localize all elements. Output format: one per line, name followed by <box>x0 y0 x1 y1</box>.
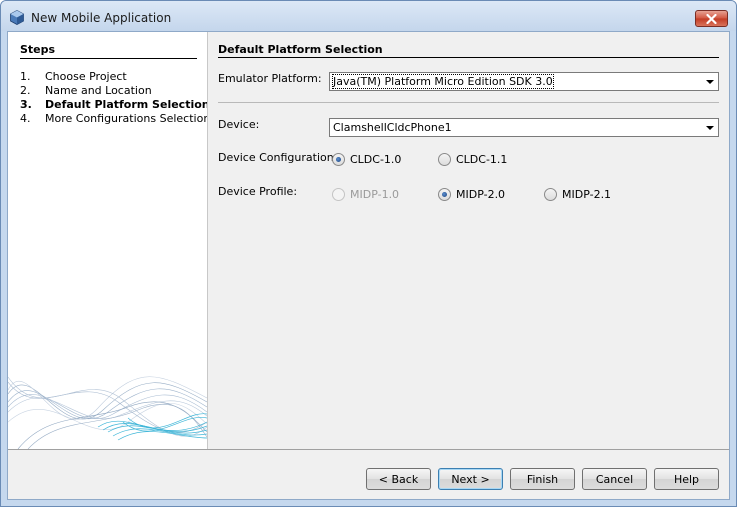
content-panel: Default Platform Selection Emulator Plat… <box>208 32 729 449</box>
radio-midp-2-0[interactable]: MIDP-2.0 <box>438 188 505 201</box>
back-button[interactable]: < Back <box>366 468 431 490</box>
decorative-wave-graphic <box>8 376 207 449</box>
radio-label: CLDC-1.1 <box>456 153 508 166</box>
steps-panel: Steps 1. Choose Project 2. Name and Locati… <box>8 32 207 449</box>
radio-midp-2-1[interactable]: MIDP-2.1 <box>544 188 611 201</box>
next-button[interactable]: Next > <box>438 468 503 490</box>
device-label: Device: <box>218 118 260 131</box>
close-icon <box>706 13 717 24</box>
device-profile-label: Device Profile: <box>218 185 298 198</box>
radio-indicator <box>332 188 345 201</box>
device-value: ClamshellCldcPhone1 <box>333 121 452 134</box>
title-bar[interactable]: New Mobile Application <box>1 1 736 31</box>
emulator-platform-select[interactable]: Java(TM) Platform Micro Edition SDK 3.0 <box>329 72 719 91</box>
device-select[interactable]: ClamshellCldcPhone1 <box>329 118 719 137</box>
emulator-platform-value: Java(TM) Platform Micro Edition SDK 3.0 <box>332 74 554 89</box>
cancel-button[interactable]: Cancel <box>582 468 647 490</box>
radio-label: CLDC-1.0 <box>350 153 402 166</box>
button-bar-separator <box>8 449 729 450</box>
step-item-3-current: 3. Default Platform Selection <box>20 98 207 111</box>
radio-cldc-1-0[interactable]: CLDC-1.0 <box>332 153 401 166</box>
step-number: 4. <box>20 112 31 125</box>
radio-cldc-1-1[interactable]: CLDC-1.1 <box>438 153 507 166</box>
close-button[interactable] <box>695 10 728 27</box>
radio-label: MIDP-1.0 <box>350 188 400 201</box>
chevron-down-icon <box>706 80 714 84</box>
help-button[interactable]: Help <box>654 468 719 490</box>
radio-indicator <box>332 153 345 166</box>
radio-midp-1-0: MIDP-1.0 <box>332 188 399 201</box>
netbeans-cube-icon <box>10 10 24 25</box>
emulator-platform-label: Emulator Platform: <box>218 72 322 85</box>
chevron-down-icon <box>706 126 714 130</box>
step-label: Choose Project <box>45 70 127 83</box>
radio-indicator <box>544 188 557 201</box>
step-number: 1. <box>20 70 31 83</box>
device-configuration-label: Device Configuration: <box>218 151 338 164</box>
step-label: More Configurations Selection <box>45 112 207 125</box>
radio-indicator <box>438 153 451 166</box>
step-label: Default Platform Selection <box>45 98 207 111</box>
content-title: Default Platform Selection <box>218 43 383 56</box>
content-title-divider <box>218 57 719 58</box>
steps-title: Steps <box>20 43 56 56</box>
finish-button[interactable]: Finish <box>510 468 575 490</box>
dialog-client: Steps 1. Choose Project 2. Name and Locati… <box>7 31 730 500</box>
radio-label: MIDP-2.0 <box>456 188 506 201</box>
step-item-1: 1. Choose Project <box>20 70 127 83</box>
radio-label: MIDP-2.1 <box>562 188 612 201</box>
step-number: 2. <box>20 84 31 97</box>
step-number: 3. <box>20 98 32 111</box>
radio-indicator <box>438 188 451 201</box>
step-item-2: 2. Name and Location <box>20 84 152 97</box>
steps-divider <box>20 58 197 59</box>
step-item-4: 4. More Configurations Selection <box>20 112 207 125</box>
dialog-window: New Mobile Application Steps 1. Choose Pr… <box>0 0 737 507</box>
window-title: New Mobile Application <box>31 11 172 25</box>
section-separator <box>218 102 719 103</box>
step-label: Name and Location <box>45 84 152 97</box>
